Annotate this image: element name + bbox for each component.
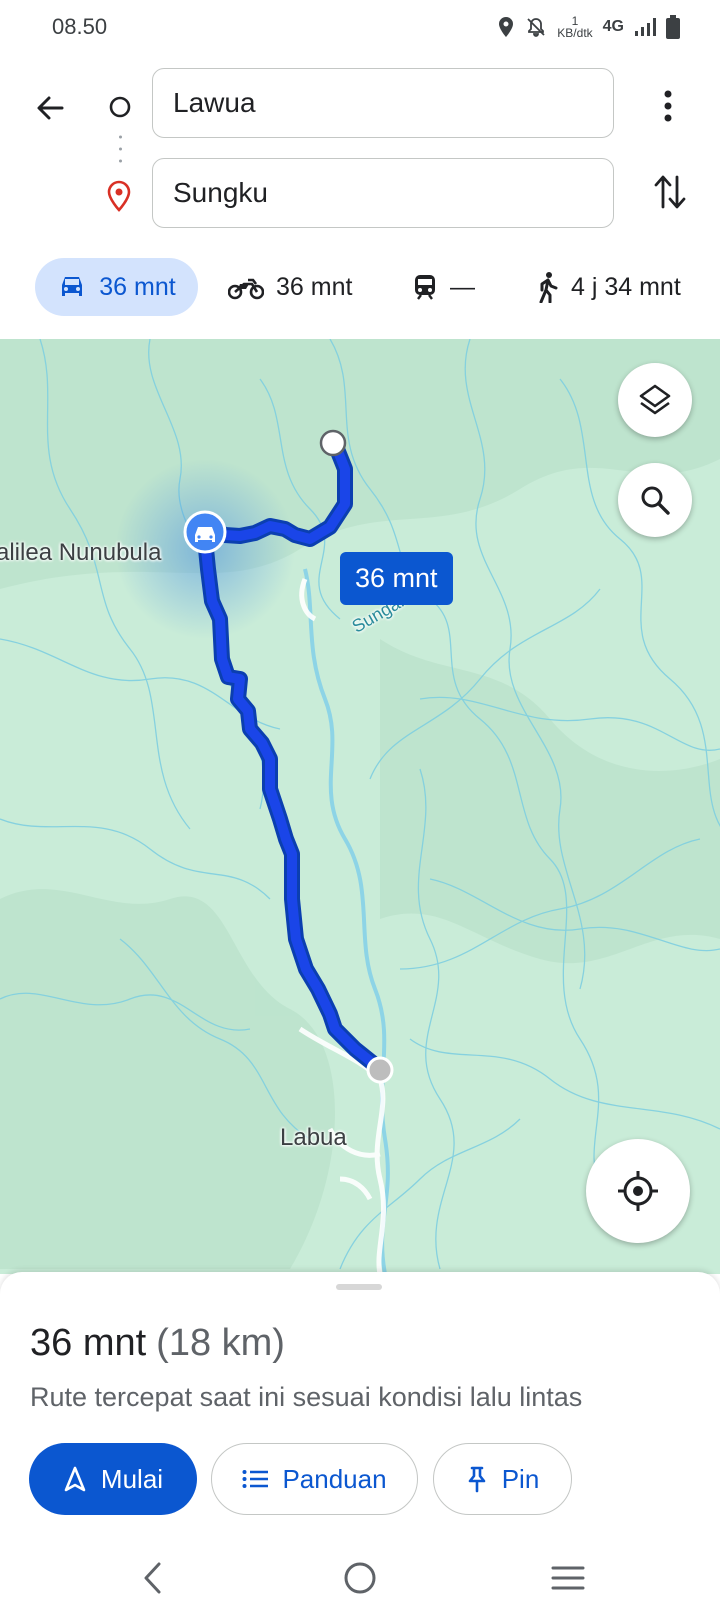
origin-circle-icon [109,96,131,118]
tab-motorcycle[interactable]: 36 mnt [228,258,352,316]
route-search-panel: Lawua Sungku [0,56,720,242]
walk-icon [539,272,558,303]
tab-walk-label: 4 j 34 mnt [571,272,681,301]
train-icon [415,275,435,300]
map-view[interactable]: alilea Nunubula Sungai Labua 36 mnt [0,339,720,1274]
route-start-marker[interactable] [319,429,347,457]
destination-pin-icon [107,180,131,212]
nav-home-button[interactable] [340,1558,380,1598]
map-search-button[interactable] [618,463,692,537]
route-duration: 36 mnt [30,1322,147,1364]
route-duration-chip[interactable]: 36 mnt [340,552,453,605]
data-speed: 1 KB/dtk [557,15,592,39]
list-icon [242,1470,269,1488]
nav-home-icon [344,1562,376,1594]
network-type: 4G [602,18,624,35]
search-icon [641,486,670,515]
layers-button[interactable] [618,363,692,437]
nav-recents-button[interactable] [548,1558,588,1598]
guide-button-label: Panduan [282,1463,387,1494]
crosshair-icon [618,1171,658,1211]
mute-bell-icon [527,18,545,37]
back-button[interactable] [28,86,72,130]
map-canvas [0,339,720,1274]
tab-walk[interactable]: 4 j 34 mnt [535,258,681,316]
more-options-button[interactable] [650,84,686,128]
origin-input[interactable]: Lawua [152,68,614,138]
nav-recents-icon [551,1566,585,1590]
tab-car[interactable]: 36 mnt [35,258,198,316]
route-end-marker[interactable] [366,1056,394,1084]
start-button[interactable]: Mulai [29,1443,197,1515]
navigation-arrow-icon [64,1466,86,1492]
current-location-car-icon [183,510,227,554]
swap-button[interactable] [648,170,692,214]
battery-icon [666,15,680,39]
pin-button-label: Pin [501,1463,540,1494]
tab-transit[interactable]: — [412,258,475,316]
sheet-drag-handle[interactable] [336,1284,382,1290]
route-details-sheet: 36 mnt (18 km) Rute tercepat saat ini ses… [0,1272,720,1542]
my-location-button[interactable] [586,1139,690,1243]
layers-icon [639,384,671,415]
system-nav-bar [0,1542,720,1612]
status-icons: 1 KB/dtk 4G [497,10,680,44]
destination-input[interactable]: Sungku [152,158,614,228]
nav-back-button[interactable] [133,1558,173,1598]
more-vert-icon [664,90,672,122]
status-time: 08.50 [52,14,108,39]
pushpin-icon [468,1466,486,1493]
back-arrow-icon [37,96,64,120]
location-icon [499,17,514,37]
route-description: Rute tercepat saat ini sesuai kondisi la… [30,1382,583,1412]
tab-car-label: 36 mnt [99,272,176,301]
route-summary: 36 mnt (18 km) [30,1322,285,1365]
swap-icon [654,175,686,209]
route-distance: (18 km) [156,1322,285,1364]
status-bar: 08.50 1 KB/dtk 4G [0,0,720,56]
guide-button[interactable]: Panduan [211,1443,418,1515]
map-label-nunubula: alilea Nunubula [0,539,162,566]
data-speed-unit: KB/dtk [557,26,593,40]
travel-mode-tabs: 36 mnt 36 mnt — 4 j 34 mnt [0,252,720,318]
route-dots-connector [119,135,122,163]
signal-icon [635,18,656,36]
motorcycle-icon [228,278,264,300]
nav-back-icon [144,1562,161,1594]
start-button-label: Mulai [100,1463,164,1494]
car-icon [62,277,83,296]
tab-motorcycle-label: 36 mnt [276,272,353,301]
tab-transit-label: — [450,272,475,301]
pin-button[interactable]: Pin [433,1443,572,1515]
terrain-shading [0,339,720,1269]
map-label-labua: Labua [280,1124,347,1151]
